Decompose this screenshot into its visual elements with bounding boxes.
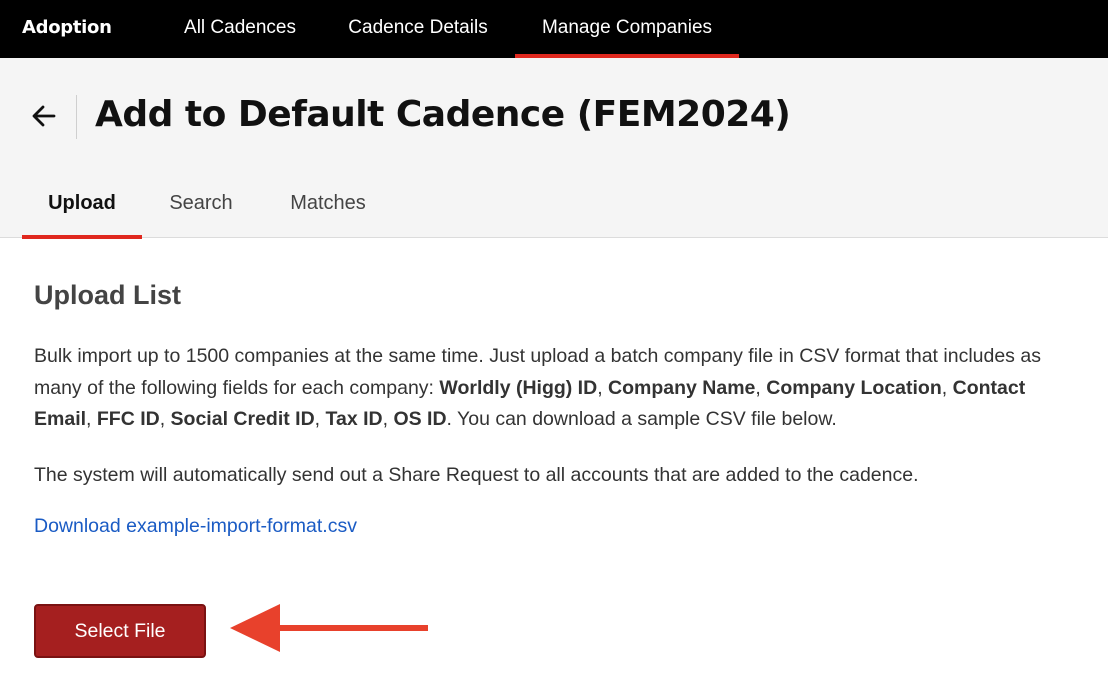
title-divider [76,95,77,139]
select-file-button[interactable]: Select File [34,604,206,658]
field-name: Tax ID [325,408,383,430]
upload-panel: Upload List Bulk import up to 1500 compa… [34,280,1084,538]
page-title: Add to Default Cadence (FEM2024) [95,94,791,135]
annotation-arrow-icon [228,600,432,661]
nav-item-cadence-details[interactable]: Cadence Details [330,0,506,58]
field-name: Worldly (Higg) ID [439,376,598,399]
field-name: Company Location [766,376,942,399]
field-name: FFC ID [96,408,160,430]
tab-search[interactable]: Search [150,178,252,238]
back-arrow-icon[interactable] [30,102,58,130]
upload-description: Bulk import up to 1500 companies at the … [34,345,1041,430]
tab-upload[interactable]: Upload [22,178,142,239]
field-name: Company Name [608,376,756,399]
section-title: Upload List [34,280,181,310]
app-brand[interactable]: Adoption [22,17,112,38]
field-name: OS ID [393,408,447,430]
field-name: Social Credit ID [170,408,315,430]
nav-item-manage-companies[interactable]: Manage Companies [515,0,739,58]
outro-text: . You can download a sample CSV file bel… [446,408,837,430]
top-navigation-bar: Adoption All Cadences Cadence Details Ma… [0,0,1108,58]
download-example-link[interactable]: Download example-import-format.csv [34,515,357,538]
tab-matches[interactable]: Matches [270,178,386,238]
nav-item-all-cadences[interactable]: All Cadences [164,0,316,58]
page-header: Add to Default Cadence (FEM2024) Upload … [0,58,1108,239]
share-request-note: The system will automatically send out a… [34,463,919,486]
